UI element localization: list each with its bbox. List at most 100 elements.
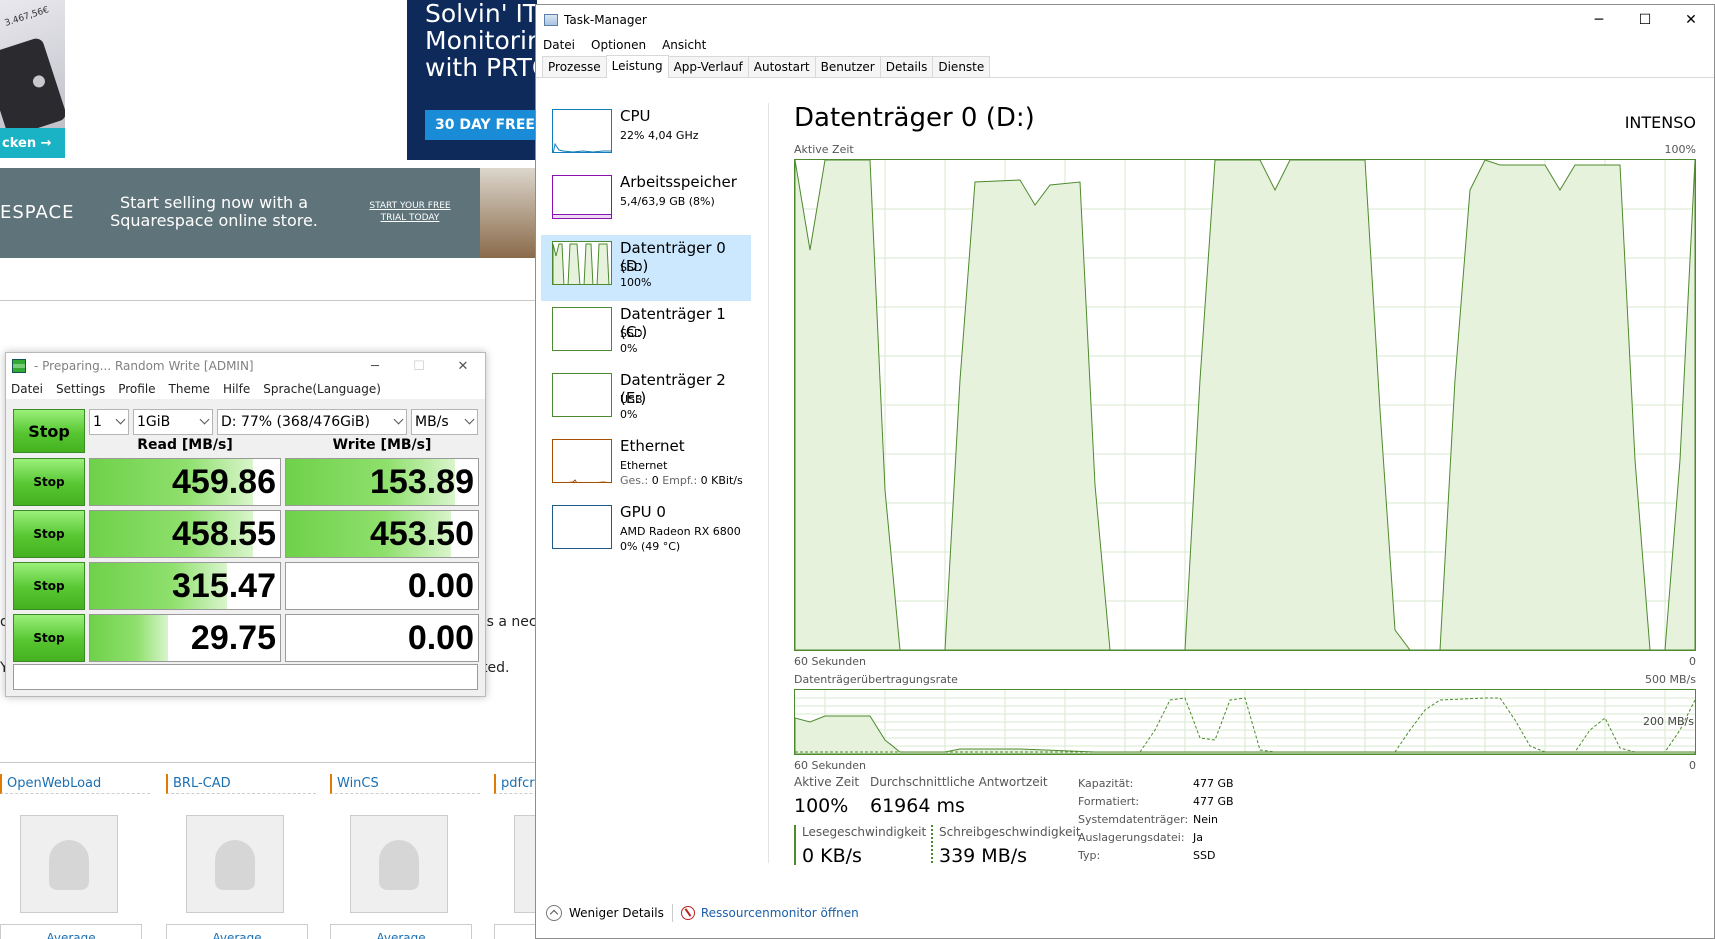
project-thumbnail[interactable] <box>20 815 118 913</box>
sidebar-item-ethernet[interactable]: Ethernet Ethernet Ges.: 0 Empf.: 0 KBit/… <box>541 433 751 499</box>
write-value: 0.00 <box>407 619 474 657</box>
ethernet-recv-label: Empf.: <box>658 474 701 487</box>
sidebar-disk2-usage: 0% <box>620 408 638 421</box>
sidebar-item-gpu[interactable]: GPU 0 AMD Radeon RX 6800 0% (49 °C) <box>541 499 751 565</box>
ad-prtg-text: Solvin' IT Monitorin with PRTG <box>425 0 537 82</box>
ad-squarespace-banner[interactable]: ESPACE Start selling now with a Squaresp… <box>0 168 540 258</box>
project-rating: Average <box>330 924 472 939</box>
ad-card-banner[interactable]: 3.467,56€ cken → <box>0 0 65 158</box>
close-icon[interactable]: ✕ <box>441 353 485 379</box>
sidebar-item-cpu[interactable]: CPU 22% 4,04 GHz <box>541 103 751 169</box>
project-card[interactable]: BRL-CAD Average <box>166 774 316 939</box>
ad-prtg-banner[interactable]: Solvin' IT Monitorin with PRTG 30 DAY FR… <box>407 0 537 160</box>
menu-settings[interactable]: Settings <box>56 382 105 396</box>
ad-sq-cta[interactable]: START YOUR FREE TRIAL TODAY <box>360 200 460 224</box>
project-thumbnail[interactable] <box>186 815 284 913</box>
project-card[interactable]: OpenWebLoad Average <box>0 774 150 939</box>
disk0-mini-graph <box>552 241 612 285</box>
ethernet-send-value: 0 <box>651 474 659 487</box>
disk0-mini-line <box>553 243 610 284</box>
divider <box>0 762 540 763</box>
divider <box>671 904 673 922</box>
taskmanager-window[interactable]: Task-Manager ─ ☐ ✕ Datei Optionen Ansich… <box>535 4 1715 939</box>
menu-datei[interactable]: Datei <box>11 382 43 396</box>
minimize-icon[interactable]: ─ <box>353 353 397 379</box>
page-title: Datenträger 0 (D:) <box>794 103 1035 133</box>
sidebar-item-disk2[interactable]: Datenträger 2 (E:) USB 0% <box>541 367 751 433</box>
fewer-details-link[interactable]: Weniger Details <box>569 906 664 920</box>
active-time-label: Aktive Zeit <box>794 775 860 789</box>
ethernet-recv-value: 0 KBit/s <box>700 474 743 487</box>
menu-optionen[interactable]: Optionen <box>591 38 646 52</box>
tab-prozesse[interactable]: Prozesse <box>542 56 607 77</box>
transfer-rate-graph <box>795 690 1695 754</box>
menu-profile[interactable]: Profile <box>118 382 155 396</box>
read-value: 458.55 <box>172 515 276 553</box>
count-select[interactable]: 1 <box>89 409 129 435</box>
sidebar-gpu-model: AMD Radeon RX 6800 <box>620 525 741 538</box>
maximize-icon[interactable]: ☐ <box>397 353 441 379</box>
write-speed-value: 339 MB/s <box>939 845 1028 867</box>
sidebar-disk0-usage: 100% <box>620 276 652 289</box>
kv-system-disk-label: Systemdatenträger: <box>1078 813 1189 826</box>
menu-theme[interactable]: Theme <box>169 382 210 396</box>
read-cell: 459.86 <box>89 458 281 506</box>
chevron-down-icon <box>199 414 210 425</box>
crystaldiskmark-window[interactable]: - Preparing... Random Write [ADMIN] ─ ☐ … <box>5 352 486 697</box>
sidebar-cpu-name: CPU <box>620 107 651 125</box>
sidebar-item-disk1[interactable]: Datenträger 1 (C:) SSD 0% <box>541 301 751 367</box>
gpu-mini-graph <box>552 505 612 549</box>
read-header: Read [MB/s] <box>137 437 233 453</box>
menu-hilfe[interactable]: Hilfe <box>223 382 250 396</box>
menu-datei[interactable]: Datei <box>543 38 575 52</box>
sidebar-item-disk0[interactable]: Datenträger 0 (D:) SSD 100% <box>541 235 751 301</box>
minimize-icon[interactable]: ─ <box>1576 5 1622 35</box>
menu-language[interactable]: Sprache(Language) <box>263 382 381 396</box>
tab-details[interactable]: Details <box>879 56 934 77</box>
project-link[interactable]: WinCS <box>330 774 480 794</box>
resource-monitor-link[interactable]: Ressourcenmonitor öffnen <box>701 906 859 920</box>
project-link[interactable]: BRL-CAD <box>166 774 316 794</box>
project-link[interactable]: OpenWebLoad <box>0 774 150 794</box>
tab-app-verlauf[interactable]: App-Verlauf <box>667 56 749 77</box>
tab-leistung[interactable]: Leistung <box>605 55 669 78</box>
project-rating: Average <box>166 924 308 939</box>
stop-row-button[interactable]: Stop <box>13 562 85 610</box>
stop-row-button[interactable]: Stop <box>13 614 85 662</box>
sidebar-disk1-type: SSD <box>620 327 643 340</box>
chart2-max: 500 MB/s <box>1645 673 1696 686</box>
tm-titlebar[interactable]: Task-Manager ─ ☐ ✕ <box>536 5 1714 35</box>
close-icon[interactable]: ✕ <box>1668 5 1714 35</box>
disk-model: INTENSO <box>1624 113 1696 132</box>
ad-prtg-cta[interactable]: 30 DAY FREE T <box>425 110 537 140</box>
stop-row-button[interactable]: Stop <box>13 458 85 506</box>
sidebar-gpu-name: GPU 0 <box>620 503 666 521</box>
write-legend-bar <box>931 825 933 865</box>
maximize-icon[interactable]: ☐ <box>1622 5 1668 35</box>
cdm-status-field[interactable] <box>13 664 478 690</box>
menu-ansicht[interactable]: Ansicht <box>662 38 706 52</box>
chevron-up-icon[interactable] <box>546 905 562 921</box>
chart1-label: Aktive Zeit <box>794 143 854 156</box>
project-thumbnail[interactable] <box>350 815 448 913</box>
size-select[interactable]: 1GiB <box>133 409 213 435</box>
stop-row-button[interactable]: Stop <box>13 510 85 558</box>
chart1-max: 100% <box>1664 143 1696 156</box>
resource-monitor-icon[interactable] <box>680 906 695 920</box>
kv-pagefile-value: Ja <box>1193 831 1203 844</box>
read-value: 315.47 <box>172 567 276 605</box>
sidebar-item-memory[interactable]: Arbeitsspeicher 5,4/63,9 GB (8%) <box>541 169 751 235</box>
project-card[interactable]: WinCS Average <box>330 774 480 939</box>
tm-window-title: Task-Manager <box>564 13 647 27</box>
unit-select[interactable]: MB/s <box>411 409 478 435</box>
read-speed-label: Lesegeschwindigkeit <box>802 825 927 839</box>
ad-card-button[interactable]: cken → <box>0 128 65 158</box>
drive-select[interactable]: D: 77% (368/476GiB) <box>217 409 407 435</box>
tab-autostart[interactable]: Autostart <box>747 56 816 77</box>
cdm-titlebar[interactable]: - Preparing... Random Write [ADMIN] ─ ☐ … <box>6 353 485 379</box>
tab-dienste[interactable]: Dienste <box>932 56 991 77</box>
stop-all-button[interactable]: Stop <box>13 409 85 453</box>
tab-benutzer[interactable]: Benutzer <box>814 56 881 77</box>
active-time-value: 100% <box>794 795 849 817</box>
chart2-x-right: 0 <box>1689 759 1696 772</box>
